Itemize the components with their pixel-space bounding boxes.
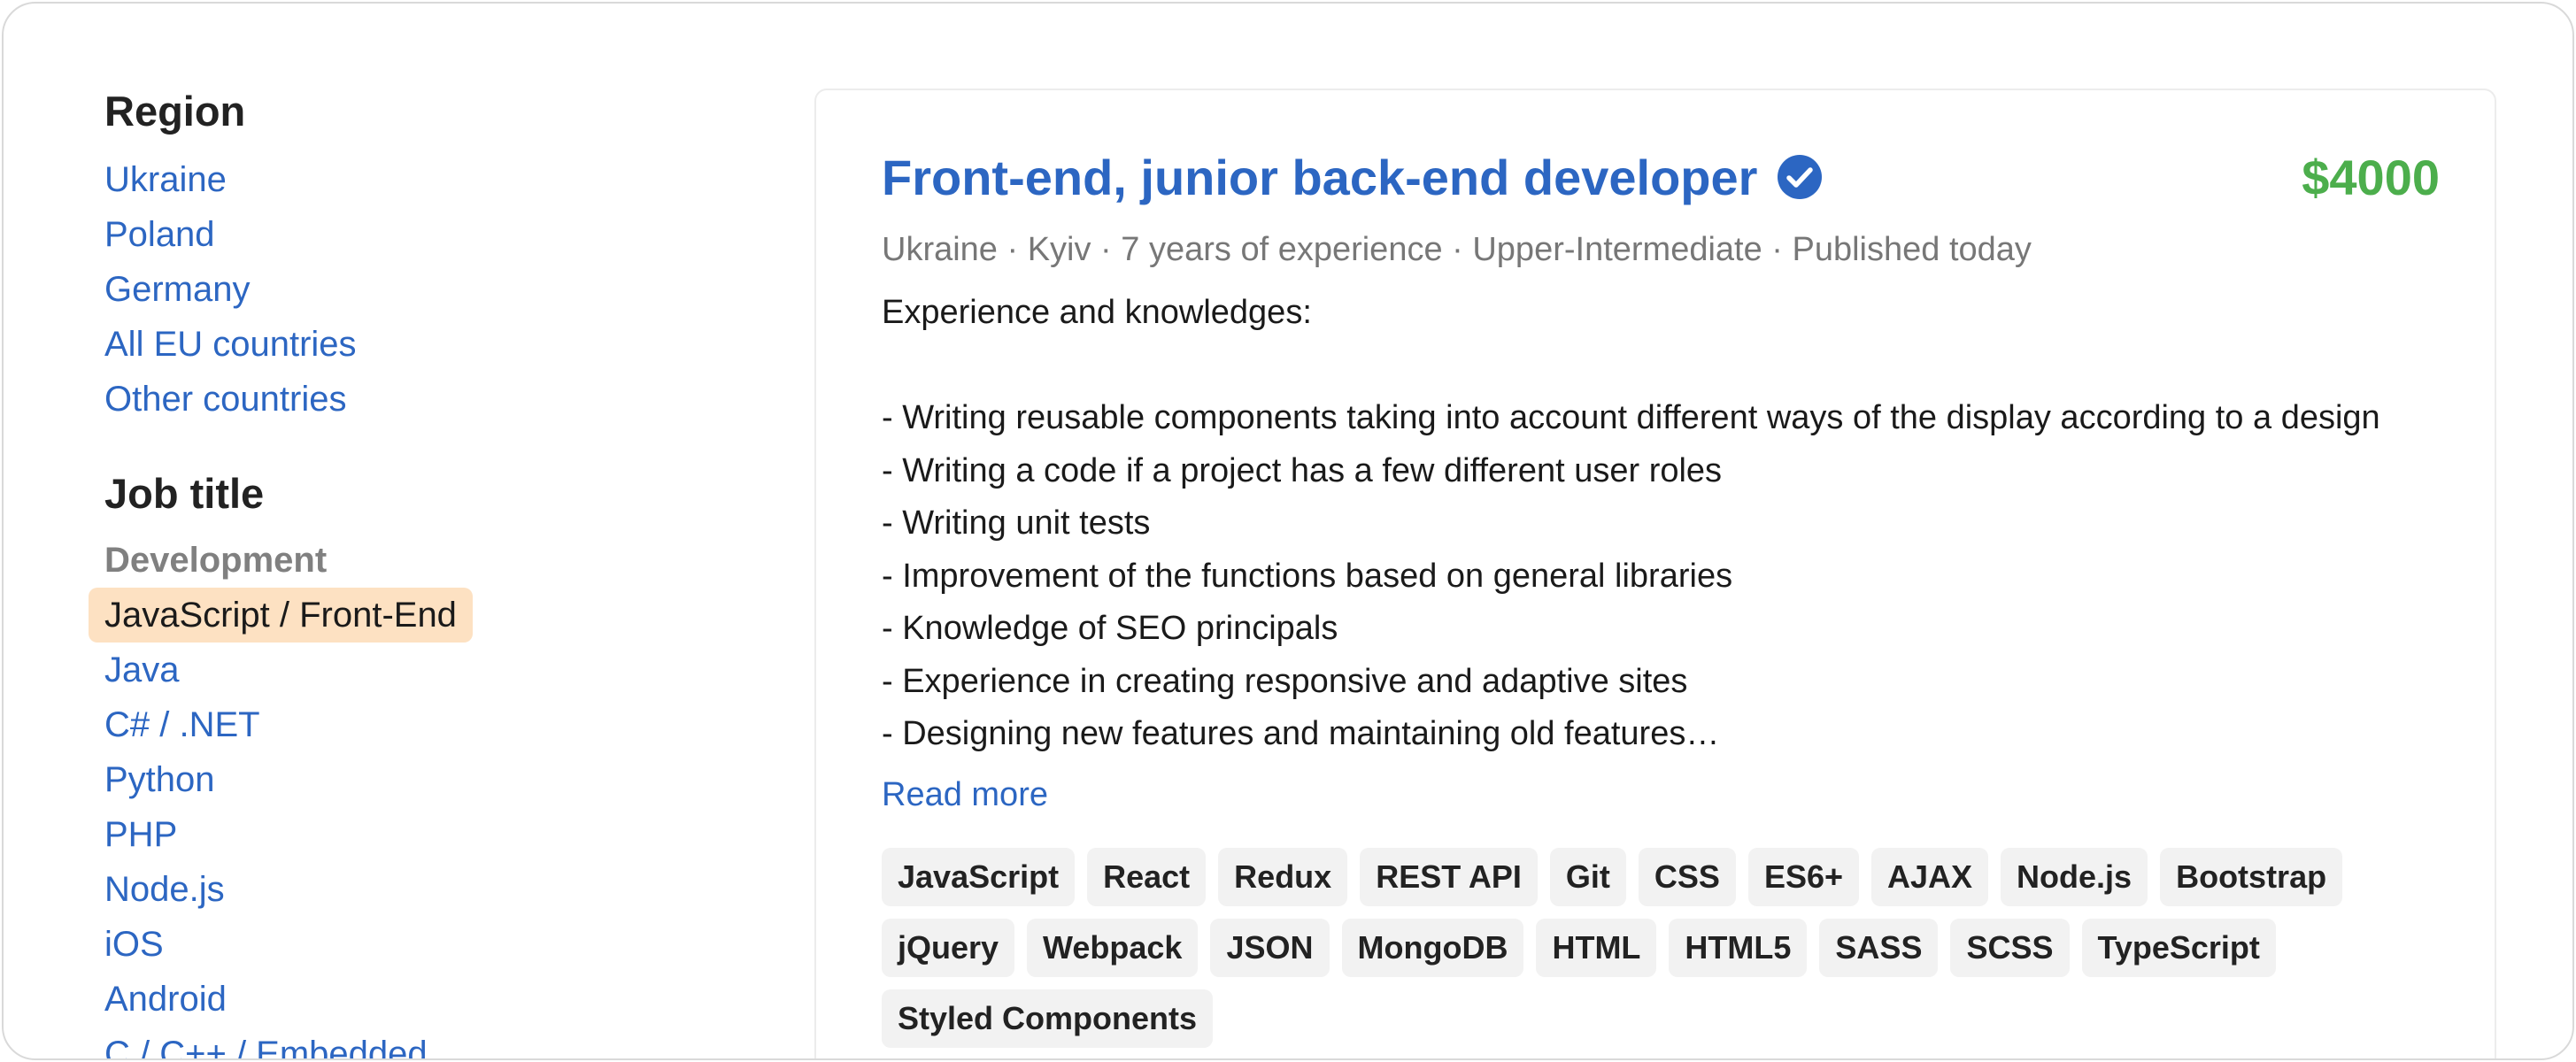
description-item: - Knowledge of SEO principals — [882, 610, 1338, 647]
skill-tag[interactable]: TypeScript — [2081, 918, 2276, 977]
skill-tag[interactable]: MongoDB — [1341, 918, 1524, 977]
skill-tag[interactable]: AJAX — [1871, 847, 1989, 906]
job-link-dotnet[interactable]: C# / .NET — [104, 697, 724, 752]
skill-tag[interactable]: React — [1087, 847, 1207, 906]
salary-label: $4000 — [2302, 149, 2440, 205]
page-frame: Region Ukraine Poland Germany All EU cou… — [2, 2, 2574, 1060]
skill-tag[interactable]: Git — [1549, 847, 1626, 906]
skill-tag[interactable]: REST API — [1360, 847, 1538, 906]
job-link-ios[interactable]: iOS — [104, 917, 724, 972]
description-intro: Experience and knowledges: — [882, 294, 1312, 331]
skill-tag[interactable]: Styled Components — [882, 989, 1214, 1048]
description-item: - Writing unit tests — [882, 504, 1151, 542]
skill-tag[interactable]: ES6+ — [1747, 847, 1860, 906]
skill-tag[interactable]: Node.js — [2001, 847, 2148, 906]
skill-tag[interactable]: CSS — [1638, 847, 1736, 906]
job-link-python[interactable]: Python — [104, 752, 724, 807]
skill-tag[interactable]: HTML5 — [1669, 918, 1808, 977]
skill-tag[interactable]: SASS — [1819, 918, 1939, 977]
description-item: - Writing a code if a project has a few … — [882, 451, 1723, 489]
skill-tag[interactable]: JavaScript — [882, 847, 1076, 906]
skill-tag[interactable]: Bootstrap — [2160, 847, 2343, 906]
job-link-android[interactable]: Android — [104, 972, 724, 1027]
job-title-heading: Job title — [104, 470, 265, 517]
skill-tag[interactable]: Redux — [1218, 847, 1348, 906]
description-item: - Improvement of the functions based on … — [882, 557, 1733, 595]
skill-tag[interactable]: JSON — [1210, 918, 1330, 977]
job-link-selected[interactable]: JavaScript / Front-End — [89, 588, 473, 643]
description-item: - Writing reusable components taking int… — [882, 399, 2380, 436]
region-link-other[interactable]: Other countries — [104, 372, 724, 427]
region-link-ukraine[interactable]: Ukraine — [104, 152, 724, 207]
card-header: Front-end, junior back-end developer $40… — [882, 143, 2440, 211]
region-link-eu[interactable]: All EU countries — [104, 317, 724, 372]
read-more-link[interactable]: Read more — [882, 770, 1048, 820]
description-item: - Experience in creating responsive and … — [882, 662, 1688, 700]
region-list: Ukraine Poland Germany All EU countries … — [104, 152, 724, 427]
region-heading: Region — [104, 88, 246, 135]
candidate-title-link[interactable]: Front-end, junior back-end developer — [882, 149, 1757, 206]
skill-tag[interactable]: jQuery — [882, 918, 1015, 977]
skill-tag[interactable]: HTML — [1536, 918, 1657, 977]
description-item: - Designing new features and maintaining… — [882, 715, 1720, 752]
skill-tag[interactable]: Webpack — [1027, 918, 1199, 977]
filters-sidebar: Region Ukraine Poland Germany All EU cou… — [89, 83, 724, 1058]
verified-check-icon — [1777, 154, 1823, 200]
job-link-java[interactable]: Java — [104, 643, 724, 697]
job-list: Java C# / .NET Python PHP Node.js iOS An… — [104, 643, 724, 1058]
region-link-germany[interactable]: Germany — [104, 262, 724, 317]
job-link-cpp[interactable]: C / C++ / Embedded — [104, 1027, 724, 1058]
skill-tags: JavaScript React Redux REST API Git CSS … — [882, 847, 2466, 1048]
candidate-card: Front-end, junior back-end developer $40… — [814, 88, 2496, 1058]
category-label: Development — [104, 541, 328, 580]
job-link-php[interactable]: PHP — [104, 807, 724, 862]
skill-tag[interactable]: SCSS — [1950, 918, 2070, 977]
candidate-meta: Ukraine · Kyiv · 7 years of experience ·… — [882, 231, 2032, 268]
region-link-poland[interactable]: Poland — [104, 207, 724, 262]
candidate-description: Experience and knowledges: - Writing reu… — [882, 287, 2440, 761]
job-link-nodejs[interactable]: Node.js — [104, 862, 724, 917]
